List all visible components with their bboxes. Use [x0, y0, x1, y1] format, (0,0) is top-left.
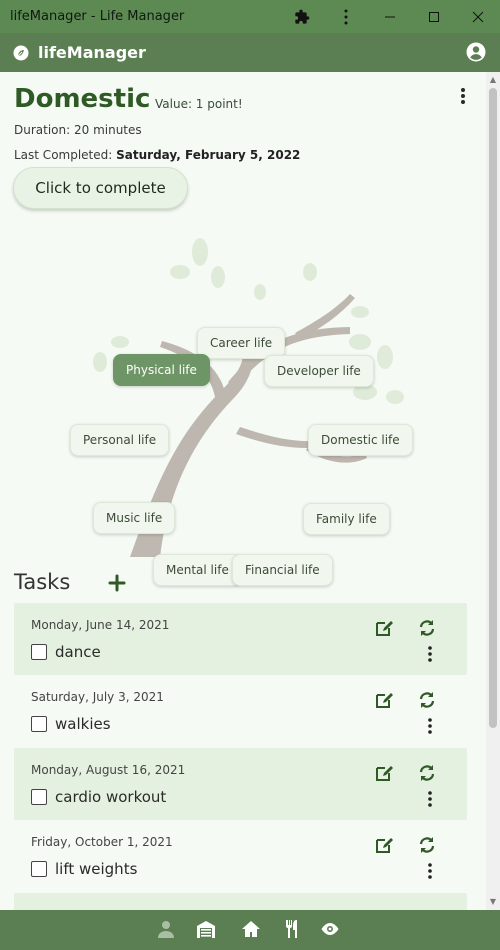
- activity-menu-icon[interactable]: [456, 87, 470, 105]
- window-title: lifeManager - Life Manager: [10, 9, 185, 24]
- task-name: lift weights: [55, 860, 138, 878]
- duration-line: Duration: 20 minutes: [14, 123, 142, 137]
- person-icon[interactable]: [156, 919, 176, 939]
- life-chip-personal[interactable]: Personal life: [70, 424, 170, 456]
- task-item: Saturday, July 3, 2021 walkies: [14, 675, 467, 747]
- task-item-partial: [14, 893, 467, 910]
- life-chip-mental[interactable]: Mental life: [153, 554, 242, 586]
- life-chip-physical[interactable]: Physical life: [113, 354, 210, 386]
- activity-value: Value: 1 point!: [155, 97, 243, 111]
- task-item: Friday, October 1, 2021 lift weights: [14, 820, 467, 892]
- complete-button[interactable]: Click to complete: [13, 167, 188, 209]
- last-completed-value: Saturday, February 5, 2022: [116, 148, 301, 162]
- bottom-nav: [0, 910, 500, 950]
- task-date: Saturday, July 3, 2021: [31, 690, 164, 704]
- task-menu-icon[interactable]: [424, 791, 436, 807]
- task-date: Monday, August 16, 2021: [31, 763, 186, 777]
- page-title: Domestic: [14, 84, 151, 114]
- minimize-button[interactable]: [368, 0, 412, 33]
- refresh-icon[interactable]: [418, 691, 436, 709]
- life-chip-family[interactable]: Family life: [303, 503, 390, 535]
- task-name: dance: [55, 643, 101, 661]
- last-completed-line: Last Completed: Saturday, February 5, 20…: [14, 148, 300, 162]
- scroll-up-arrow[interactable]: ▲: [489, 76, 497, 84]
- edit-icon[interactable]: [375, 691, 395, 709]
- edit-icon[interactable]: [375, 619, 395, 637]
- life-tree: Career life Physical life Developer life…: [60, 232, 420, 586]
- task-item: Monday, June 14, 2021 dance: [14, 603, 467, 675]
- task-name: walkies: [55, 715, 111, 733]
- eye-icon[interactable]: [320, 919, 340, 939]
- task-checkbox[interactable]: [31, 861, 47, 877]
- maximize-button[interactable]: [412, 0, 456, 33]
- edit-icon[interactable]: [375, 764, 395, 782]
- garage-icon[interactable]: [196, 919, 216, 939]
- task-checkbox[interactable]: [31, 716, 47, 732]
- extensions-puzzle-icon[interactable]: [280, 0, 324, 33]
- life-chip-domestic[interactable]: Domestic life: [308, 424, 413, 456]
- task-menu-icon[interactable]: [424, 863, 436, 879]
- window-menu-icon[interactable]: [324, 0, 368, 33]
- app-name: lifeManager: [38, 43, 146, 62]
- edit-icon[interactable]: [375, 836, 395, 854]
- scrollbar-thumb[interactable]: [489, 88, 497, 728]
- task-menu-icon[interactable]: [424, 718, 436, 734]
- last-completed-label: Last Completed:: [14, 148, 117, 162]
- duration-value: 20 minutes: [73, 123, 142, 137]
- add-task-icon[interactable]: [108, 574, 126, 592]
- task-date: Monday, June 14, 2021: [31, 618, 170, 632]
- task-item: Monday, August 16, 2021 cardio workout: [14, 748, 467, 820]
- tasks-heading: Tasks: [14, 570, 71, 594]
- home-icon[interactable]: [241, 919, 261, 939]
- duration-label: Duration:: [14, 123, 74, 137]
- restaurant-icon[interactable]: [282, 919, 302, 939]
- task-name: cardio workout: [55, 788, 167, 806]
- task-checkbox[interactable]: [31, 789, 47, 805]
- app-logo-icon: [13, 45, 29, 60]
- task-checkbox[interactable]: [31, 644, 47, 660]
- task-menu-icon[interactable]: [424, 646, 436, 662]
- main-content: Domestic Value: 1 point! Duration: 20 mi…: [0, 72, 486, 910]
- window-titlebar: lifeManager - Life Manager: [0, 0, 500, 33]
- life-chip-developer[interactable]: Developer life: [264, 355, 374, 387]
- scroll-down-arrow[interactable]: ▼: [489, 898, 497, 906]
- app-bar: lifeManager: [0, 33, 500, 72]
- refresh-icon[interactable]: [418, 619, 436, 637]
- close-button[interactable]: [456, 0, 500, 33]
- task-date: Friday, October 1, 2021: [31, 835, 173, 849]
- refresh-icon[interactable]: [418, 764, 436, 782]
- account-icon[interactable]: [466, 42, 486, 62]
- life-chip-financial[interactable]: Financial life: [232, 554, 333, 586]
- life-chip-music[interactable]: Music life: [93, 502, 176, 534]
- refresh-icon[interactable]: [418, 836, 436, 854]
